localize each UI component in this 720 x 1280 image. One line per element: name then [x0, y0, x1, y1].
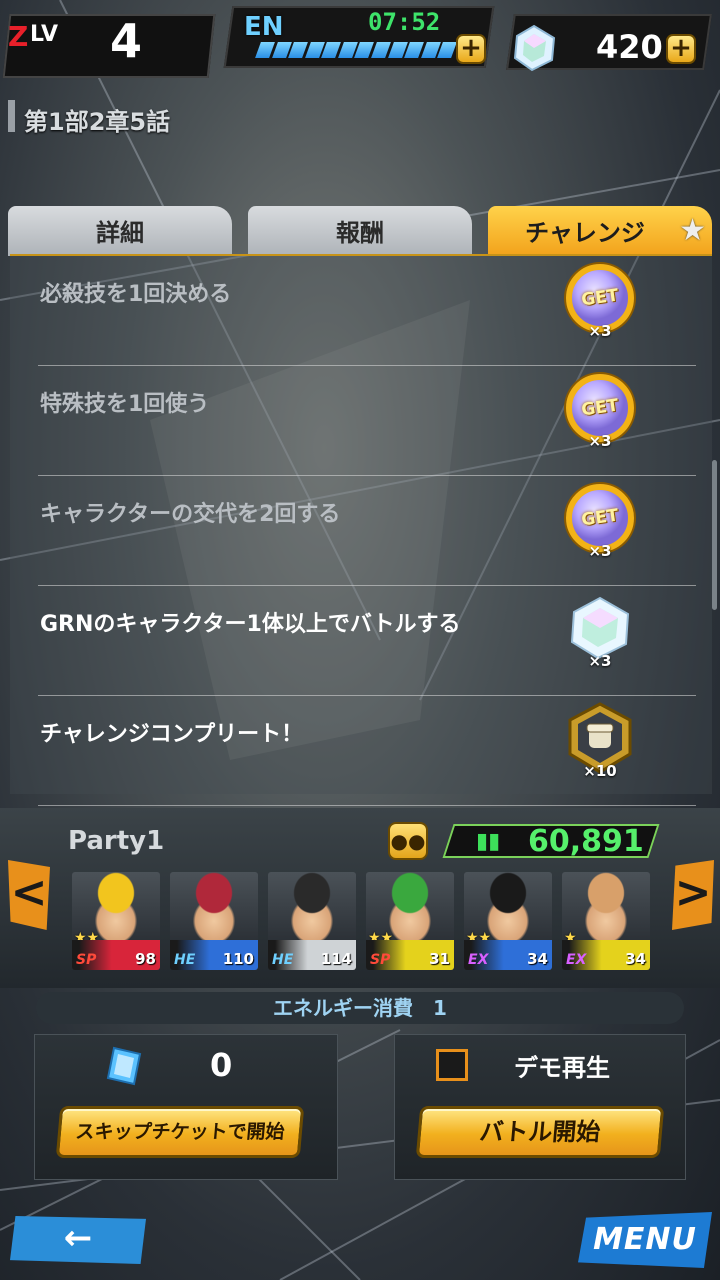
character-portrait — [170, 872, 258, 942]
level-label: LV — [30, 22, 59, 47]
chapter-marker — [8, 100, 15, 132]
demo-label: デモ再生 — [514, 1054, 610, 1082]
reward-amount: ×3 — [588, 432, 612, 450]
battle-start-button[interactable]: バトル開始 — [415, 1106, 665, 1158]
demo-checkbox[interactable] — [436, 1049, 468, 1081]
group-icon: ●● — [390, 829, 426, 853]
character-level: 114 — [320, 950, 352, 968]
character-rarity: EX — [468, 952, 489, 968]
character-level: 34 — [527, 950, 548, 968]
star-icon: ★ — [679, 213, 706, 248]
character-level: 34 — [625, 950, 646, 968]
level-z-mark: Z — [8, 20, 29, 53]
tab-details[interactable]: 詳細 — [8, 206, 232, 256]
challenge-text: 必殺技を1回決める — [40, 282, 232, 307]
character-portrait — [268, 872, 356, 942]
challenge-row: チャレンジコンプリート！ ×10 — [38, 696, 696, 806]
reward-amount: ×3 — [588, 322, 612, 340]
challenge-text: 特殊技を1回使う — [40, 392, 210, 417]
character-rarity: SP — [370, 952, 391, 968]
party-member-vegeta[interactable]: HE 110 — [170, 872, 258, 970]
skip-ticket-count: 0 — [210, 1046, 233, 1084]
get-coin-label: GET — [580, 505, 620, 531]
gem-plus-button[interactable]: + — [666, 34, 696, 64]
challenge-text: チャレンジコンプリート！ — [40, 722, 304, 747]
party-member-piccolo[interactable]: ★★ SP 31 — [366, 872, 454, 970]
battery-icon: ▮▮ — [476, 829, 501, 854]
next-party-button[interactable]: > — [672, 860, 714, 930]
challenge-row: 必殺技を1回決める GET ×3 — [38, 256, 696, 366]
energy-segment — [255, 42, 275, 58]
prev-party-button[interactable]: < — [8, 860, 50, 930]
challenge-row: 特殊技を1回使う GET ×3 — [38, 366, 696, 476]
player-level: 4 — [110, 14, 143, 68]
chrono-crystal-icon — [513, 24, 556, 72]
skip-ticket-start-button[interactable]: スキップチケットで開始 — [55, 1106, 305, 1158]
party-power: 60,891 — [528, 824, 644, 859]
challenge-scrollbar[interactable] — [712, 460, 717, 610]
character-rarity: HE — [174, 952, 196, 968]
get-coin-label: GET — [580, 395, 620, 421]
reward-amount: ×10 — [583, 762, 617, 780]
challenge-row: GRNのキャラクター1体以上でバトルする ×3 — [38, 586, 696, 696]
skip-ticket-icon — [106, 1046, 142, 1086]
party-member-nappa[interactable]: ★ EX 34 — [562, 872, 650, 970]
character-rarity: EX — [566, 952, 587, 968]
energy-bar — [255, 42, 457, 58]
party-member-shallot[interactable]: HE 114 — [268, 872, 356, 970]
back-arrow-icon: ← — [63, 1218, 93, 1258]
character-level: 110 — [222, 950, 254, 968]
get-coin-label: GET — [580, 285, 620, 311]
back-button[interactable]: ← — [10, 1216, 146, 1264]
character-level: 31 — [429, 950, 450, 968]
tab-rewards[interactable]: 報酬 — [248, 206, 472, 256]
character-level: 98 — [135, 950, 156, 968]
energy-label: EN — [244, 12, 284, 42]
energy-cost: エネルギー消費 1 — [36, 992, 684, 1024]
challenge-row: キャラクターの交代を2回する GET ×3 — [38, 476, 696, 586]
reward-amount: ×3 — [588, 652, 612, 670]
party-edit-button[interactable]: ●● — [388, 822, 428, 860]
reward-amount: ×3 — [588, 542, 612, 560]
party-member-goku[interactable]: ★★ EX 34 — [464, 872, 552, 970]
energy-segment — [437, 42, 457, 58]
row-divider — [38, 805, 696, 806]
menu-button[interactable]: MENU — [578, 1212, 712, 1268]
tab-challenge-label: チャレンジ — [525, 219, 645, 247]
energy-plus-button[interactable]: + — [456, 34, 486, 64]
tab-challenge[interactable]: チャレンジ ★ — [488, 206, 712, 256]
party-member-super-saiyan-gohan[interactable]: ★★ SP 98 — [72, 872, 160, 970]
character-rarity: HE — [272, 952, 294, 968]
energy-timer: 07:52 — [368, 8, 441, 36]
gem-count: 420 — [596, 28, 663, 66]
challenge-text: キャラクターの交代を2回する — [40, 502, 341, 527]
character-rarity: SP — [76, 952, 97, 968]
party-name: Party1 — [68, 826, 165, 856]
chapter-title: 第1部2章5話 — [24, 108, 171, 136]
challenge-text: GRNのキャラクター1体以上でバトルする — [40, 612, 461, 637]
